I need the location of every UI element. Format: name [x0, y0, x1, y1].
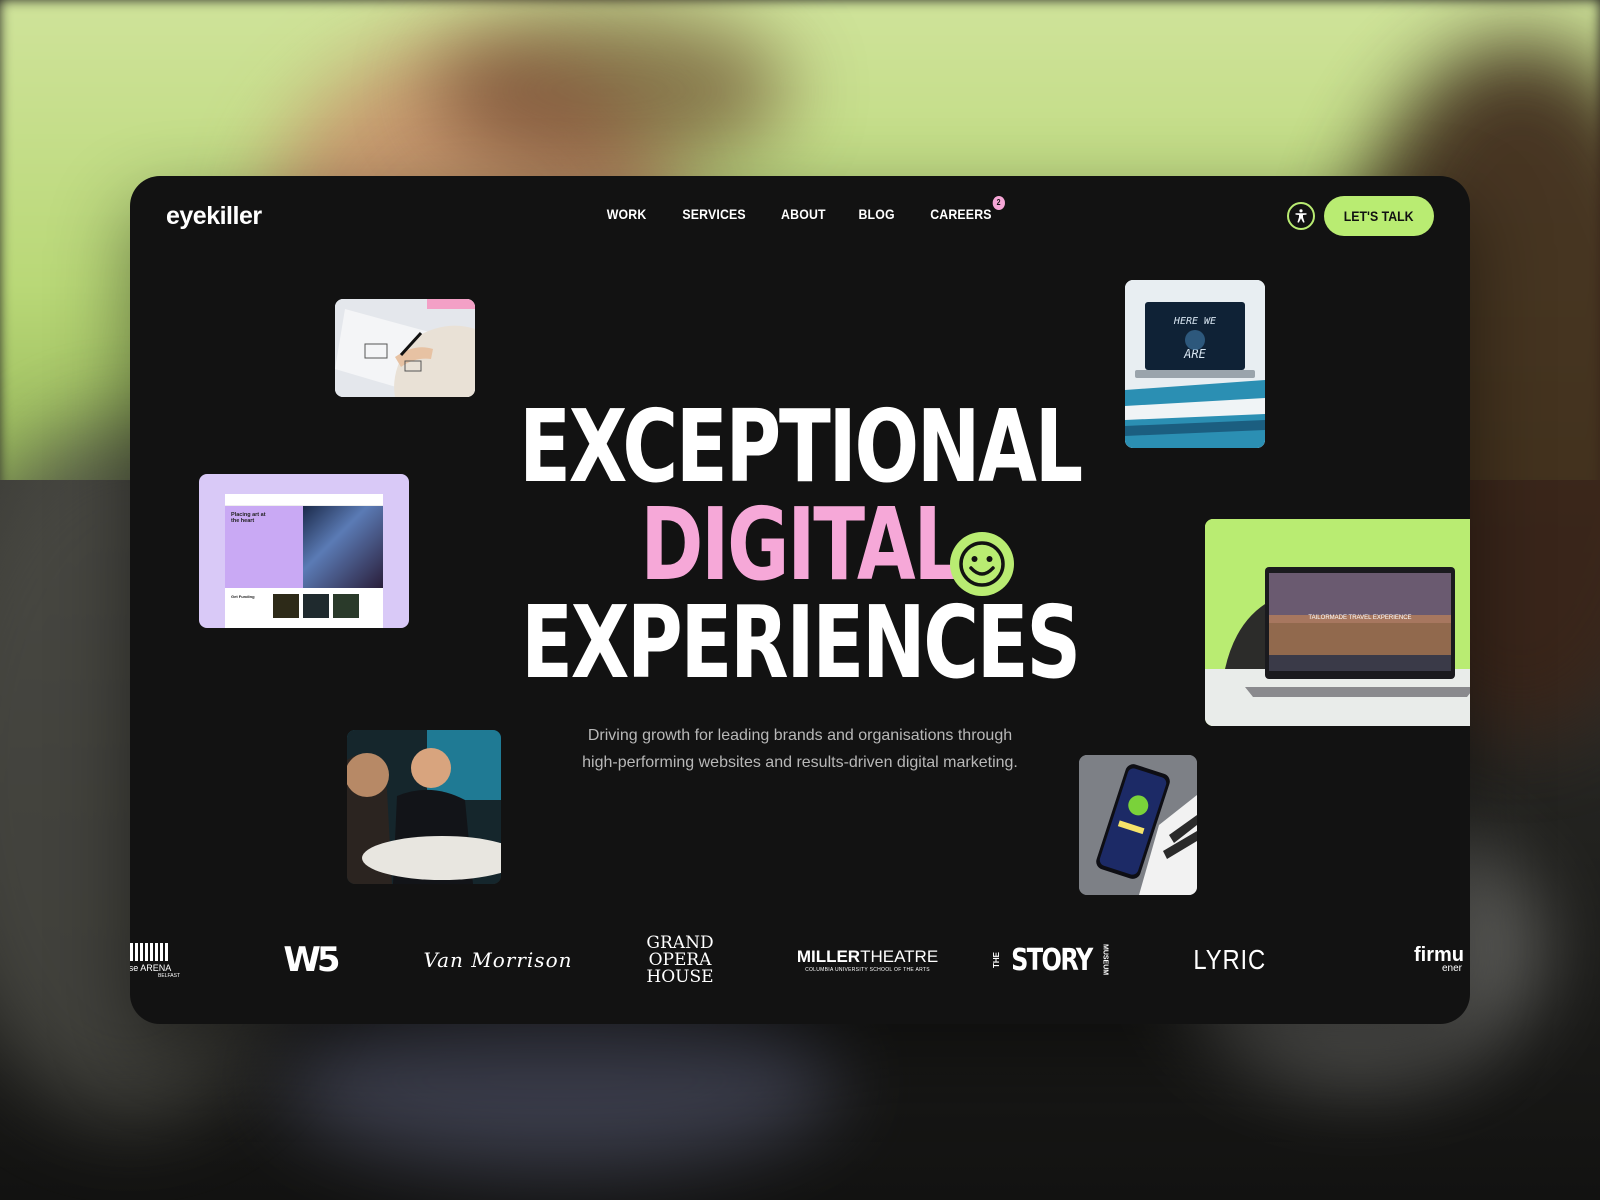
miller-logo-bold: MILLER: [796, 947, 861, 966]
client-logo-w5[interactable]: W5: [280, 930, 340, 990]
smiley-icon: [950, 532, 1014, 596]
phone-app-photo[interactable]: [1079, 755, 1197, 895]
travel-screen-headline: TAILORMADE TRAVEL EXPERIENCE: [1308, 615, 1411, 621]
nav-item-blog[interactable]: BLOG: [859, 206, 895, 222]
arena-city-text: BELFAST: [158, 973, 180, 979]
client-logo-story-museum[interactable]: THE STORY MUSEUM: [992, 930, 1109, 990]
accessibility-button[interactable]: [1287, 202, 1315, 230]
story-logo-main: STORY: [1010, 942, 1093, 978]
website-preview-card[interactable]: Placing art at the heart Get Funding: [199, 474, 409, 628]
client-logo-miller-theatre[interactable]: MILLERTHEATRE COLUMBIA UNIVERSITY SCHOOL…: [795, 930, 940, 990]
website-preview-section: Get Funding: [231, 594, 255, 599]
miller-logo-light: THEATRE: [860, 947, 939, 966]
w5-logo-text: W5: [283, 940, 340, 980]
firmus-logo-text: firmu: [1414, 944, 1464, 966]
lyric-logo-text: LYRIC: [1193, 944, 1267, 975]
van-morrison-logo-text: Van Morrison: [423, 948, 573, 972]
client-logo-van-morrison[interactable]: Van Morrison: [424, 930, 572, 990]
careers-count-badge: 2: [992, 196, 1005, 210]
main-nav: WORK SERVICES ABOUT BLOG CAREERS 2: [130, 196, 1470, 222]
laptop-stack-photo[interactable]: HERE WE ARE: [1125, 280, 1265, 448]
laptop-screen-text-top: HERE WE: [1173, 316, 1216, 327]
lets-talk-label: LET'S TALK: [1344, 208, 1414, 224]
travel-laptop-photo[interactable]: TAILORMADE TRAVEL EXPERIENCE: [1205, 519, 1470, 726]
client-logo-strip: se ARENA BELFAST W5 Van Morrison GRAND O…: [130, 930, 1470, 990]
nav-item-work[interactable]: WORK: [607, 206, 647, 222]
miller-logo-sub: COLUMBIA UNIVERSITY SCHOOL OF THE ARTS: [805, 967, 930, 973]
story-logo-suffix: MUSEUM: [1101, 944, 1109, 976]
hero-subtitle-line-1: Driving growth for leading brands and or…: [587, 727, 1013, 744]
story-logo-prefix: THE: [991, 952, 1001, 968]
sketching-hand-photo[interactable]: [335, 299, 475, 397]
client-logo-sse-arena[interactable]: se ARENA BELFAST: [130, 930, 180, 990]
website-preview-heading: Placing art at the heart: [231, 512, 266, 524]
website-window: eyekiller WORK SERVICES ABOUT BLOG CAREE…: [130, 176, 1470, 1024]
lets-talk-button[interactable]: LET'S TALK: [1324, 196, 1434, 236]
nav-item-careers[interactable]: CAREERS 2: [929, 196, 1005, 222]
nav-item-careers-label: CAREERS: [929, 206, 992, 222]
hero-subtitle-line-2: high-performing websites and results-dri…: [582, 754, 1018, 771]
grand-opera-line-1: GRAND: [646, 932, 714, 953]
arena-logo-text: se ARENA: [130, 963, 172, 973]
arena-mark-icon: [130, 943, 168, 961]
firmus-logo-sub: ener: [1442, 963, 1463, 974]
client-logo-firmus[interactable]: firmu ener: [1414, 930, 1470, 990]
grand-opera-line-3: HOUSE: [646, 966, 714, 987]
hero-line-3: EXPERIENCES: [521, 584, 1081, 701]
nav-item-services[interactable]: SERVICES: [682, 206, 745, 222]
hero-subtitle: Driving growth for leading brands and or…: [130, 722, 1470, 776]
client-logo-lyric[interactable]: LYRIC: [1190, 930, 1270, 990]
nav-item-about[interactable]: ABOUT: [781, 206, 826, 222]
hero-line-2: DIGITAL: [640, 486, 962, 603]
accessibility-icon: [1295, 209, 1307, 223]
grand-opera-line-2: OPERA: [648, 949, 712, 970]
team-meeting-photo[interactable]: [347, 730, 501, 884]
client-logo-grand-opera-house[interactable]: GRAND OPERA HOUSE: [645, 930, 715, 990]
